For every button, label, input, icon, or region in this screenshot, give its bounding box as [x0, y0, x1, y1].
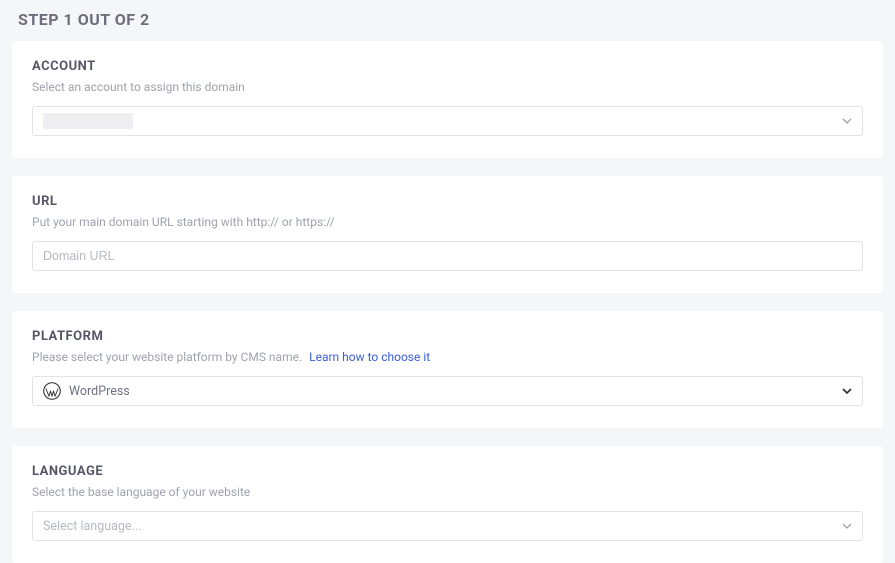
- language-subtitle: Select the base language of your website: [32, 485, 863, 499]
- page-title: STEP 1 OUT OF 2: [0, 0, 895, 41]
- platform-selected-label: WordPress: [69, 384, 130, 399]
- language-placeholder: Select language...: [43, 519, 141, 534]
- platform-subtitle: Please select your website platform by C…: [32, 350, 302, 364]
- url-card: URL Put your main domain URL starting wi…: [12, 176, 883, 293]
- platform-select[interactable]: WordPress: [32, 376, 863, 406]
- platform-subtitle-wrap: Please select your website platform by C…: [32, 350, 863, 364]
- account-selected-redacted: [43, 113, 133, 129]
- wordpress-icon: [43, 382, 61, 400]
- account-title: ACCOUNT: [32, 59, 863, 74]
- language-title: LANGUAGE: [32, 464, 863, 479]
- url-title: URL: [32, 194, 863, 209]
- account-card: ACCOUNT Select an account to assign this…: [12, 41, 883, 158]
- platform-card: PLATFORM Please select your website plat…: [12, 311, 883, 428]
- language-card: LANGUAGE Select the base language of you…: [12, 446, 883, 563]
- url-input[interactable]: [32, 241, 863, 271]
- language-select[interactable]: Select language...: [32, 511, 863, 541]
- chevron-down-icon: [842, 116, 852, 126]
- url-subtitle: Put your main domain URL starting with h…: [32, 215, 863, 229]
- platform-title: PLATFORM: [32, 329, 863, 344]
- chevron-down-icon: [842, 521, 852, 531]
- account-select[interactable]: [32, 106, 863, 136]
- platform-learn-link[interactable]: Learn how to choose it: [309, 350, 430, 364]
- account-subtitle: Select an account to assign this domain: [32, 80, 863, 94]
- chevron-down-icon: [842, 386, 852, 396]
